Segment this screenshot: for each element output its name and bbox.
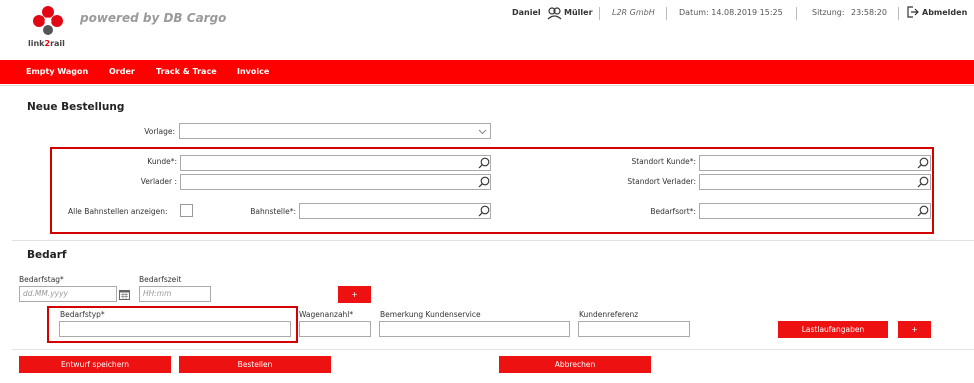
section-divider — [12, 349, 974, 350]
search-icon[interactable] — [917, 176, 929, 188]
bedarfsort-input[interactable] — [699, 203, 931, 219]
verlader-input[interactable] — [180, 174, 491, 190]
bedarfsort-label: Bedarfsort*: — [650, 207, 696, 216]
standort-verlader-label: Standort Verlader: — [627, 177, 696, 186]
bahnstelle-label: Bahnstelle*: — [250, 207, 296, 216]
sitzung-label: Sitzung: — [812, 8, 845, 17]
bedarfstyp-input[interactable] — [59, 321, 291, 337]
bedarfstag-label: Bedarfstag* — [19, 275, 64, 284]
alle-bahnstellen-label: Alle Bahnstellen anzeigen: — [68, 207, 168, 216]
alle-bahnstellen-checkbox[interactable] — [180, 204, 193, 217]
nav-item-track-trace[interactable]: Track & Trace — [156, 67, 217, 76]
search-icon[interactable] — [917, 157, 929, 169]
kundenreferenz-label: Kundenreferenz — [579, 310, 639, 319]
section-divider — [12, 240, 974, 241]
wagenanzahl-label: Wagenanzahl* — [299, 310, 354, 319]
kundenreferenz-input[interactable] — [578, 321, 690, 337]
standort-kunde-input[interactable] — [699, 155, 931, 171]
bedarfstyp-label: Bedarfstyp* — [60, 310, 105, 319]
lastlaufangaben-button[interactable]: Lastlaufangaben — [778, 321, 888, 338]
bedarfszeit-label: Bedarfszeit — [139, 275, 182, 284]
bedarfstag-input[interactable]: dd.MM.yyyy — [19, 286, 117, 302]
vorlage-label: Vorlage: — [144, 127, 175, 136]
nav-item-empty-wagon[interactable]: Empty Wagon — [26, 67, 88, 76]
powered-by-text: powered by DB Cargo — [80, 11, 227, 25]
main-nav — [0, 60, 974, 84]
link2rail-logo-icon — [33, 6, 63, 35]
calendar-icon[interactable] — [119, 289, 130, 300]
user-avatar-icon — [547, 7, 562, 20]
add-bedarf-button[interactable]: + — [898, 321, 931, 338]
standort-verlader-input[interactable] — [699, 174, 931, 190]
search-icon[interactable] — [478, 176, 490, 188]
search-icon[interactable] — [478, 157, 490, 169]
header-divider — [796, 7, 797, 20]
wagenanzahl-input[interactable] — [299, 321, 371, 337]
user-first-name: Daniel — [512, 8, 541, 17]
vorlage-select[interactable] — [179, 123, 491, 139]
header-divider — [898, 7, 899, 20]
add-bedarfszeit-button[interactable]: + — [338, 286, 371, 303]
standort-kunde-label: Standort Kunde*: — [631, 157, 696, 166]
logout-link[interactable]: Abmelden — [922, 8, 967, 17]
user-last-name: Müller — [564, 8, 593, 17]
sitzung-timer: 23:58:20 — [851, 8, 887, 17]
kunde-label: Kunde*: — [147, 157, 177, 166]
header-divider — [666, 7, 667, 20]
datum-text: Datum: 14.08.2019 15:25 — [679, 8, 783, 17]
bedarfszeit-input[interactable]: HH:mm — [139, 286, 211, 302]
verlader-label: Verlader : — [140, 177, 177, 186]
logo-wordmark: link2rail — [28, 39, 65, 48]
search-icon[interactable] — [917, 205, 929, 217]
nav-underline — [0, 85, 974, 86]
nav-item-invoice[interactable]: Invoice — [237, 67, 269, 76]
kunde-input[interactable] — [180, 155, 491, 171]
header-divider — [599, 7, 600, 20]
chevron-down-icon[interactable] — [478, 127, 487, 136]
search-icon[interactable] — [478, 205, 490, 217]
company-name: L2R GmbH — [612, 8, 655, 17]
order-section-title: Neue Bestellung — [27, 101, 125, 113]
bahnstelle-input[interactable] — [299, 203, 491, 219]
logout-icon[interactable] — [907, 6, 919, 18]
save-draft-button[interactable]: Entwurf speichern — [19, 356, 171, 373]
bedarf-section-title: Bedarf — [27, 249, 67, 261]
bemerkung-label: Bemerkung Kundenservice — [380, 310, 481, 319]
bemerkung-input[interactable] — [379, 321, 570, 337]
order-button[interactable]: Bestellen — [179, 356, 331, 373]
cancel-button[interactable]: Abbrechen — [499, 356, 651, 373]
nav-item-order[interactable]: Order — [109, 67, 135, 76]
